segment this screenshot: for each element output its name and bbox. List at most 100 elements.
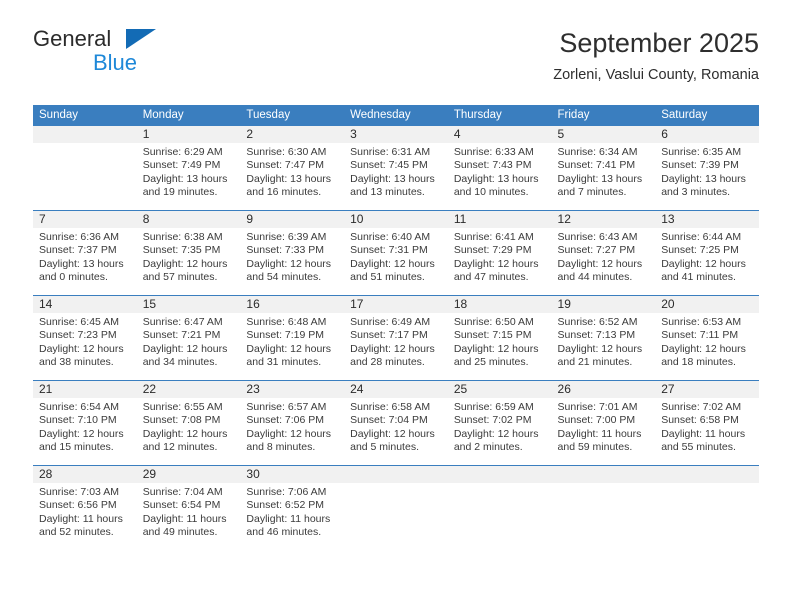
sunset-text: Sunset: 7:15 PM bbox=[453, 329, 532, 342]
calendar-day-cell[interactable] bbox=[344, 465, 448, 550]
sunrise-text: Sunrise: 6:33 AM bbox=[453, 146, 534, 158]
day-details: Sunrise: 6:44 AM Sunset: 7:25 PM Daylight:… bbox=[655, 228, 759, 285]
calendar-day-cell[interactable]: 15 Sunrise: 6:47 AM Sunset: 7:21 PM Dayligh… bbox=[136, 295, 241, 381]
daylight-text-line1: Daylight: 13 hours bbox=[557, 172, 643, 185]
day-cell-inner: 25 Sunrise: 6:59 AM Sunset: 7:02 PM Dayligh… bbox=[447, 381, 552, 465]
calendar-day-cell[interactable]: 28 Sunrise: 7:03 AM Sunset: 6:56 PM Dayligh… bbox=[33, 465, 137, 550]
daylight-text-line1: Daylight: 13 hours bbox=[350, 172, 435, 185]
day-number bbox=[344, 466, 448, 483]
day-cell-inner: 16 Sunrise: 6:48 AM Sunset: 7:19 PM Dayligh… bbox=[240, 296, 345, 380]
sunset-text: Sunset: 7:02 PM bbox=[453, 414, 532, 427]
day-cell-inner bbox=[447, 466, 552, 550]
calendar-day-cell[interactable]: 4 Sunrise: 6:33 AM Sunset: 7:43 PM Daylight… bbox=[447, 126, 552, 211]
calendar-day-cell[interactable]: 13 Sunrise: 6:44 AM Sunset: 7:25 PM Dayligh… bbox=[655, 210, 759, 296]
day-cell-inner: 3 Sunrise: 6:31 AM Sunset: 7:45 PM Daylight… bbox=[344, 126, 448, 210]
sunset-text: Sunset: 7:41 PM bbox=[557, 159, 636, 172]
day-number: 8 bbox=[136, 211, 241, 228]
calendar-week-row: 7 Sunrise: 6:36 AM Sunset: 7:37 PM Daylight… bbox=[33, 210, 759, 296]
sunrise-text: Sunrise: 6:34 AM bbox=[557, 146, 638, 158]
day-details: Sunrise: 6:59 AM Sunset: 7:02 PM Daylight:… bbox=[448, 398, 552, 455]
calendar-day-cell[interactable]: 8 Sunrise: 6:38 AM Sunset: 7:35 PM Daylight… bbox=[136, 210, 241, 296]
day-details: Sunrise: 7:04 AM Sunset: 6:54 PM Daylight:… bbox=[137, 483, 241, 540]
sunset-text: Sunset: 7:11 PM bbox=[661, 329, 739, 342]
day-details: Sunrise: 6:35 AM Sunset: 7:39 PM Daylight:… bbox=[655, 143, 759, 200]
sunset-text: Sunset: 7:04 PM bbox=[350, 414, 428, 427]
daylight-text-line1: Daylight: 12 hours bbox=[453, 427, 539, 440]
calendar-day-cell[interactable] bbox=[33, 126, 137, 211]
day-details: Sunrise: 6:48 AM Sunset: 7:19 PM Daylight:… bbox=[240, 313, 344, 370]
general-blue-logo[interactable]: General Blue bbox=[33, 26, 213, 82]
calendar-day-cell[interactable]: 17 Sunrise: 6:49 AM Sunset: 7:17 PM Dayligh… bbox=[344, 295, 448, 381]
day-details: Sunrise: 7:03 AM Sunset: 6:56 PM Daylight:… bbox=[33, 483, 137, 540]
day-details bbox=[552, 483, 656, 486]
day-details bbox=[344, 483, 448, 486]
daylight-text-line2: and 49 minutes. bbox=[142, 526, 218, 539]
day-number: 12 bbox=[551, 211, 656, 228]
calendar-day-cell[interactable]: 3 Sunrise: 6:31 AM Sunset: 7:45 PM Daylight… bbox=[344, 126, 448, 211]
day-details: Sunrise: 6:30 AM Sunset: 7:47 PM Daylight:… bbox=[240, 143, 344, 200]
daylight-text-line2: and 31 minutes. bbox=[246, 356, 322, 369]
calendar-day-cell[interactable]: 24 Sunrise: 6:58 AM Sunset: 7:04 PM Dayligh… bbox=[344, 380, 448, 466]
calendar-day-cell[interactable]: 30 Sunrise: 7:06 AM Sunset: 6:52 PM Dayligh… bbox=[240, 465, 345, 550]
sunset-text: Sunset: 7:08 PM bbox=[142, 414, 221, 427]
day-number: 15 bbox=[136, 296, 241, 313]
calendar-day-cell[interactable]: 23 Sunrise: 6:57 AM Sunset: 7:06 PM Dayligh… bbox=[240, 380, 345, 466]
day-cell-inner: 9 Sunrise: 6:39 AM Sunset: 7:33 PM Daylight… bbox=[240, 211, 345, 295]
sunrise-text: Sunrise: 6:54 AM bbox=[39, 401, 119, 413]
day-details: Sunrise: 6:55 AM Sunset: 7:08 PM Daylight:… bbox=[137, 398, 241, 455]
calendar-day-cell[interactable] bbox=[551, 465, 656, 550]
day-details: Sunrise: 6:29 AM Sunset: 7:49 PM Daylight:… bbox=[137, 143, 241, 200]
day-cell-inner: 14 Sunrise: 6:45 AM Sunset: 7:23 PM Dayligh… bbox=[33, 296, 137, 380]
day-details: Sunrise: 6:54 AM Sunset: 7:10 PM Daylight:… bbox=[33, 398, 137, 455]
day-number: 21 bbox=[33, 381, 137, 398]
calendar-day-cell[interactable]: 29 Sunrise: 7:04 AM Sunset: 6:54 PM Dayligh… bbox=[136, 465, 241, 550]
day-number: 16 bbox=[240, 296, 345, 313]
calendar-day-cell[interactable]: 10 Sunrise: 6:40 AM Sunset: 7:31 PM Dayligh… bbox=[344, 210, 448, 296]
day-cell-inner: 23 Sunrise: 6:57 AM Sunset: 7:06 PM Dayligh… bbox=[240, 381, 345, 465]
calendar-day-cell[interactable]: 21 Sunrise: 6:54 AM Sunset: 7:10 PM Dayligh… bbox=[33, 380, 137, 466]
calendar-day-cell[interactable]: 6 Sunrise: 6:35 AM Sunset: 7:39 PM Daylight… bbox=[655, 126, 759, 211]
daylight-text-line1: Daylight: 13 hours bbox=[453, 172, 539, 185]
day-number: 29 bbox=[136, 466, 241, 483]
day-cell-inner: 15 Sunrise: 6:47 AM Sunset: 7:21 PM Dayligh… bbox=[136, 296, 241, 380]
sunset-text: Sunset: 7:23 PM bbox=[39, 329, 117, 342]
calendar-day-cell[interactable]: 27 Sunrise: 7:02 AM Sunset: 6:58 PM Dayligh… bbox=[655, 380, 759, 466]
calendar-day-cell[interactable]: 1 Sunrise: 6:29 AM Sunset: 7:49 PM Daylight… bbox=[136, 126, 241, 211]
day-cell-inner: 29 Sunrise: 7:04 AM Sunset: 6:54 PM Dayligh… bbox=[136, 466, 241, 550]
calendar-day-cell[interactable]: 16 Sunrise: 6:48 AM Sunset: 7:19 PM Dayligh… bbox=[240, 295, 345, 381]
day-cell-inner: 20 Sunrise: 6:53 AM Sunset: 7:11 PM Dayligh… bbox=[655, 296, 759, 380]
daylight-text-line1: Daylight: 12 hours bbox=[39, 342, 124, 355]
daylight-text-line1: Daylight: 13 hours bbox=[142, 172, 228, 185]
day-details: Sunrise: 6:36 AM Sunset: 7:37 PM Daylight:… bbox=[33, 228, 137, 285]
day-number: 19 bbox=[551, 296, 656, 313]
day-number: 14 bbox=[33, 296, 137, 313]
calendar-day-cell[interactable] bbox=[447, 465, 552, 550]
daylight-text-line2: and 19 minutes. bbox=[142, 186, 218, 199]
day-cell-inner bbox=[33, 126, 137, 210]
sunrise-text: Sunrise: 6:48 AM bbox=[246, 316, 327, 328]
calendar-day-cell[interactable]: 11 Sunrise: 6:41 AM Sunset: 7:29 PM Dayligh… bbox=[447, 210, 552, 296]
day-number bbox=[551, 466, 656, 483]
sunrise-text: Sunrise: 6:45 AM bbox=[39, 316, 119, 328]
calendar-day-cell[interactable]: 20 Sunrise: 6:53 AM Sunset: 7:11 PM Dayligh… bbox=[655, 295, 759, 381]
calendar-day-cell[interactable]: 5 Sunrise: 6:34 AM Sunset: 7:41 PM Daylight… bbox=[551, 126, 656, 211]
calendar-day-cell[interactable]: 2 Sunrise: 6:30 AM Sunset: 7:47 PM Daylight… bbox=[240, 126, 345, 211]
day-number: 22 bbox=[136, 381, 241, 398]
daylight-text-line1: Daylight: 11 hours bbox=[557, 427, 642, 440]
daylight-text-line2: and 57 minutes. bbox=[142, 271, 218, 284]
daylight-text-line1: Daylight: 12 hours bbox=[142, 257, 228, 270]
calendar-day-cell[interactable]: 25 Sunrise: 6:59 AM Sunset: 7:02 PM Dayligh… bbox=[447, 380, 552, 466]
calendar-day-cell[interactable]: 12 Sunrise: 6:43 AM Sunset: 7:27 PM Dayligh… bbox=[551, 210, 656, 296]
calendar-day-cell[interactable]: 14 Sunrise: 6:45 AM Sunset: 7:23 PM Dayligh… bbox=[33, 295, 137, 381]
day-number: 26 bbox=[551, 381, 656, 398]
calendar-day-cell[interactable]: 7 Sunrise: 6:36 AM Sunset: 7:37 PM Daylight… bbox=[33, 210, 137, 296]
day-cell-inner: 19 Sunrise: 6:52 AM Sunset: 7:13 PM Dayligh… bbox=[551, 296, 656, 380]
calendar-day-cell[interactable]: 9 Sunrise: 6:39 AM Sunset: 7:33 PM Daylight… bbox=[240, 210, 345, 296]
calendar-day-cell[interactable]: 26 Sunrise: 7:01 AM Sunset: 7:00 PM Dayligh… bbox=[551, 380, 656, 466]
calendar-day-cell[interactable]: 22 Sunrise: 6:55 AM Sunset: 7:08 PM Dayligh… bbox=[136, 380, 241, 466]
day-details: Sunrise: 6:31 AM Sunset: 7:45 PM Daylight:… bbox=[344, 143, 448, 200]
calendar-day-cell[interactable] bbox=[655, 465, 759, 550]
calendar-day-cell[interactable]: 18 Sunrise: 6:50 AM Sunset: 7:15 PM Dayligh… bbox=[447, 295, 552, 381]
sunset-text: Sunset: 7:19 PM bbox=[246, 329, 325, 342]
calendar-day-cell[interactable]: 19 Sunrise: 6:52 AM Sunset: 7:13 PM Dayligh… bbox=[551, 295, 656, 381]
